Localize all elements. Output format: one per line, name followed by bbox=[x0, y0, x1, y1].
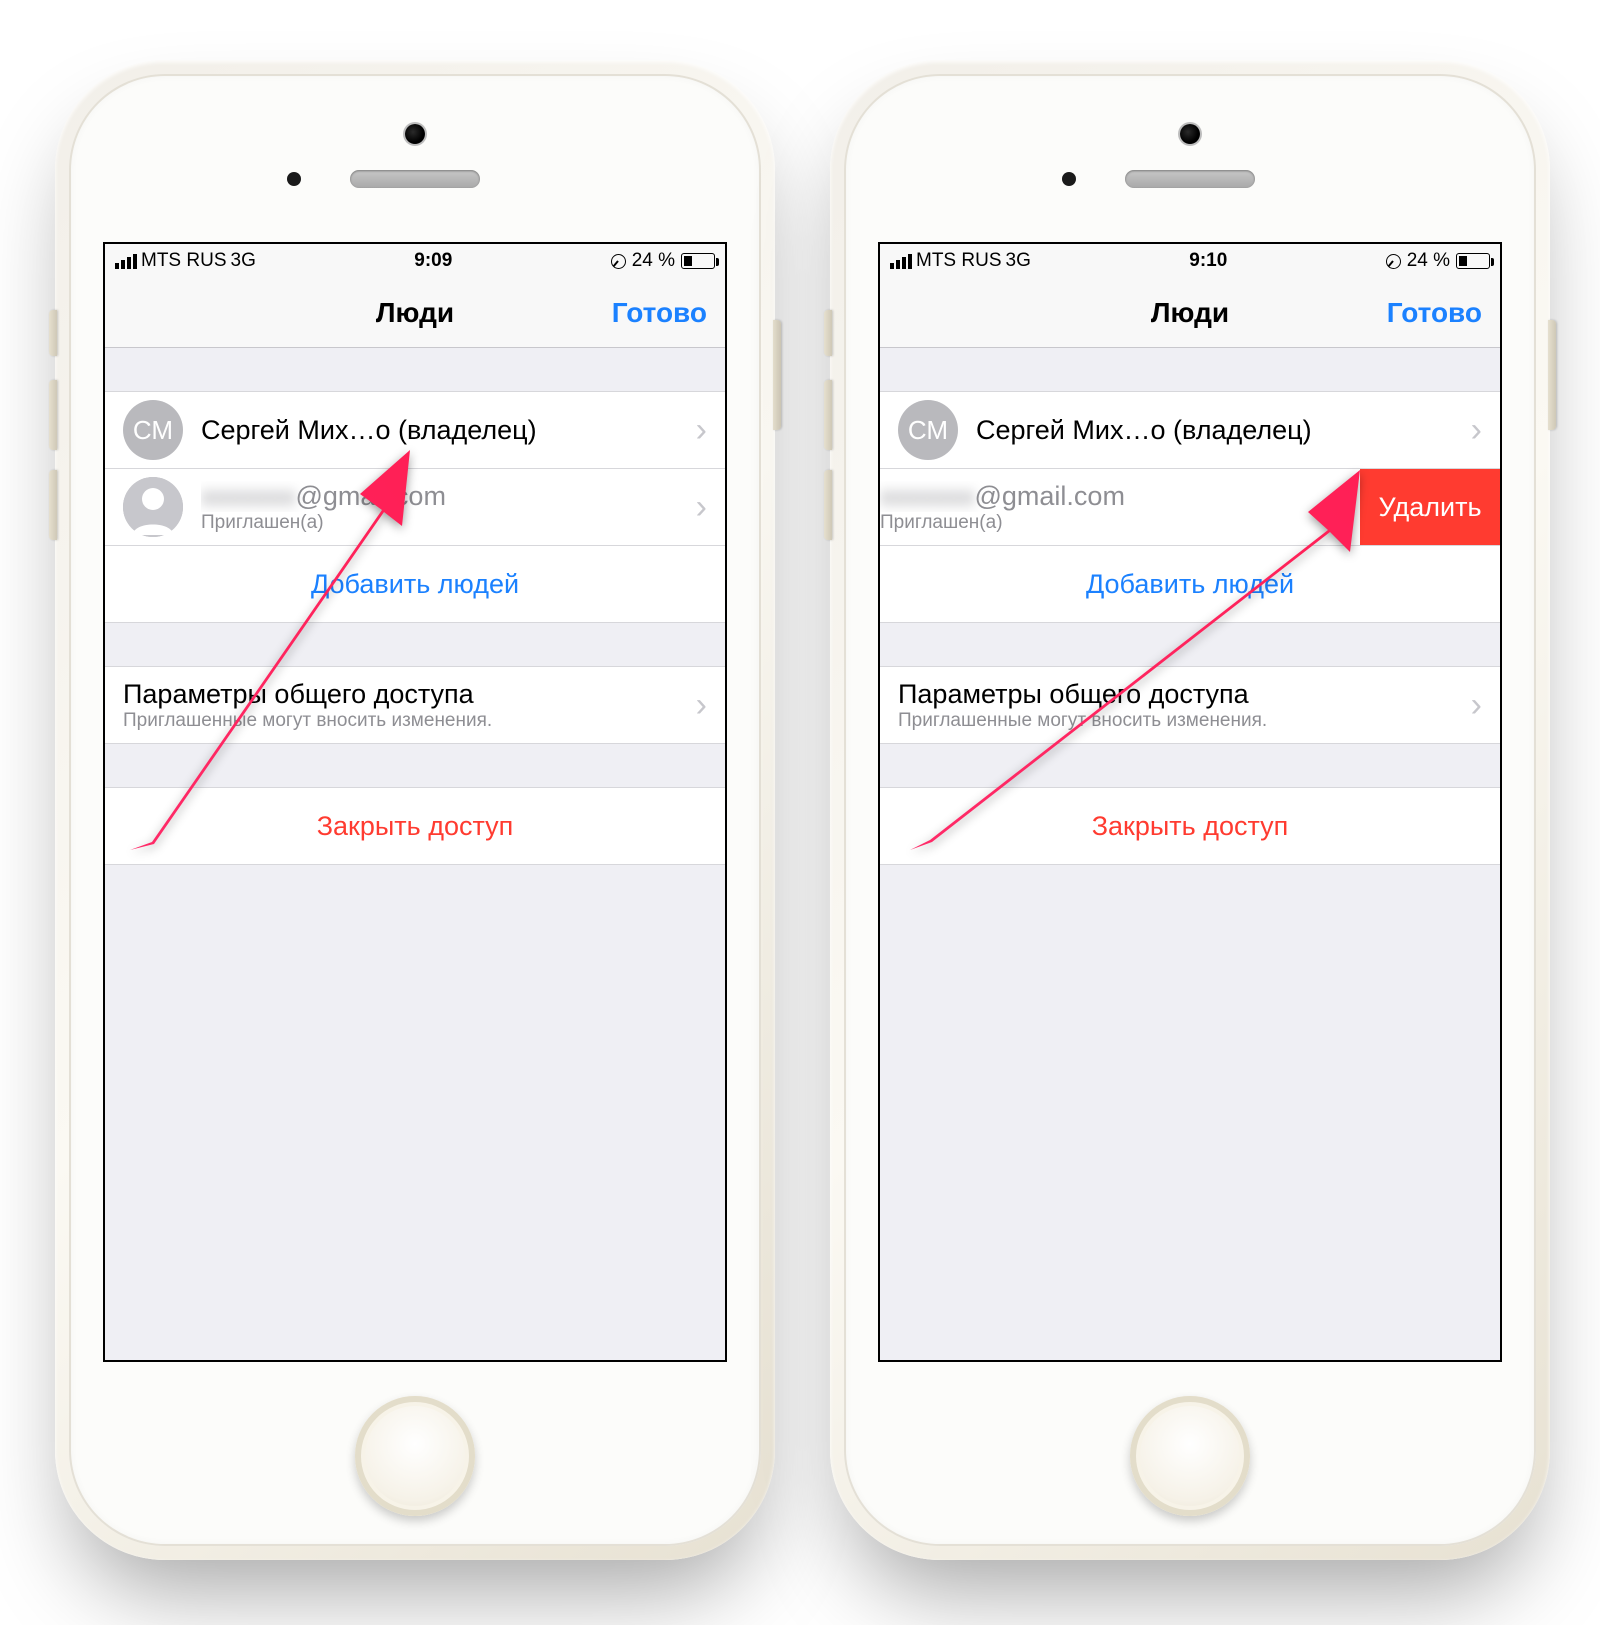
sharing-options-row[interactable]: Параметры общего доступа Приглашенные мо… bbox=[880, 666, 1500, 744]
owner-row[interactable]: СМ Сергей Мих…о (владелец) › bbox=[105, 391, 725, 469]
add-people-button[interactable]: Добавить людей bbox=[105, 545, 725, 623]
chevron-right-icon: › bbox=[686, 488, 707, 527]
power-button bbox=[1548, 320, 1556, 430]
owner-name: Сергей Мих…о (владелец) bbox=[201, 415, 686, 446]
placeholder-avatar-icon bbox=[123, 477, 183, 537]
close-access-button[interactable]: Закрыть доступ bbox=[880, 787, 1500, 865]
owner-row[interactable]: СМ Сергей Мих…о (владелец) › bbox=[880, 391, 1500, 469]
volume-down-button bbox=[49, 470, 57, 540]
chevron-right-icon: › bbox=[1329, 488, 1350, 527]
sharing-title: Параметры общего доступа bbox=[123, 679, 686, 710]
invitee-row-swiped[interactable]: xxxxxxx@gmail.com Приглашен(а) › Удалить bbox=[880, 468, 1500, 546]
delete-label: Удалить bbox=[1378, 492, 1481, 523]
invitee-email: xxxxxxx@gmail.com bbox=[880, 481, 1329, 512]
signal-icon bbox=[115, 254, 137, 269]
signal-icon bbox=[890, 254, 912, 269]
network-label: 3G bbox=[231, 250, 256, 272]
chevron-right-icon: › bbox=[1461, 686, 1482, 725]
close-access-label: Закрыть доступ bbox=[317, 811, 514, 842]
carrier-label: MTS RUS bbox=[916, 250, 1002, 272]
status-bar: MTS RUS 3G 9:09 24 % bbox=[105, 244, 725, 278]
done-button[interactable]: Готово bbox=[612, 297, 707, 329]
home-button[interactable] bbox=[355, 1396, 475, 1516]
invitee-email: xxxxxxx@gmail.com bbox=[201, 481, 686, 512]
sharing-sub: Приглашенные могут вносить изменения. bbox=[898, 710, 1461, 732]
add-people-label: Добавить людей bbox=[1086, 569, 1294, 600]
owner-name: Сергей Мих…о (владелец) bbox=[976, 415, 1461, 446]
earpiece-speaker bbox=[1125, 170, 1255, 188]
power-button bbox=[773, 320, 781, 430]
owner-avatar: СМ bbox=[898, 400, 958, 460]
mute-switch bbox=[824, 310, 832, 356]
volume-up-button bbox=[49, 380, 57, 450]
carrier-label: MTS RUS bbox=[141, 250, 227, 272]
page-title: Люди bbox=[376, 297, 454, 329]
orientation-lock-icon bbox=[1386, 254, 1401, 269]
delete-button[interactable]: Удалить bbox=[1360, 468, 1500, 546]
mute-switch bbox=[49, 310, 57, 356]
phone-frame-right: MTS RUS 3G 9:10 24 % Люди Готово СМ Серг… bbox=[830, 60, 1550, 1560]
battery-label: 24 % bbox=[1407, 250, 1450, 272]
page-title: Люди bbox=[1151, 297, 1229, 329]
chevron-right-icon: › bbox=[686, 686, 707, 725]
clock: 9:09 bbox=[256, 250, 611, 272]
nav-bar: Люди Готово bbox=[105, 278, 725, 348]
close-access-label: Закрыть доступ bbox=[1092, 811, 1289, 842]
owner-avatar: СМ bbox=[123, 400, 183, 460]
proximity-sensor bbox=[1062, 172, 1076, 186]
nav-bar: Люди Готово bbox=[880, 278, 1500, 348]
close-access-button[interactable]: Закрыть доступ bbox=[105, 787, 725, 865]
add-people-label: Добавить людей bbox=[311, 569, 519, 600]
battery-icon bbox=[681, 253, 715, 269]
chevron-right-icon: › bbox=[1461, 411, 1482, 450]
sharing-title: Параметры общего доступа bbox=[898, 679, 1461, 710]
network-label: 3G bbox=[1006, 250, 1031, 272]
clock: 9:10 bbox=[1031, 250, 1386, 272]
orientation-lock-icon bbox=[611, 254, 626, 269]
invitee-status: Приглашен(а) bbox=[201, 512, 686, 534]
phone-frame-left: MTS RUS 3G 9:09 24 % Люди Готово СМ Серг… bbox=[55, 60, 775, 1560]
proximity-sensor bbox=[287, 172, 301, 186]
invitee-status: Приглашен(а) bbox=[880, 512, 1329, 534]
add-people-button[interactable]: Добавить людей bbox=[880, 545, 1500, 623]
sharing-sub: Приглашенные могут вносить изменения. bbox=[123, 710, 686, 732]
invitee-row[interactable]: xxxxxxx@gmail.com Приглашен(а) › bbox=[105, 468, 725, 546]
volume-up-button bbox=[824, 380, 832, 450]
front-camera bbox=[1180, 124, 1200, 144]
earpiece-speaker bbox=[350, 170, 480, 188]
screen-left: MTS RUS 3G 9:09 24 % Люди Готово СМ Серг… bbox=[103, 242, 727, 1362]
front-camera bbox=[405, 124, 425, 144]
chevron-right-icon: › bbox=[686, 411, 707, 450]
battery-icon bbox=[1456, 253, 1490, 269]
volume-down-button bbox=[824, 470, 832, 540]
done-button[interactable]: Готово bbox=[1387, 297, 1482, 329]
status-bar: MTS RUS 3G 9:10 24 % bbox=[880, 244, 1500, 278]
screen-right: MTS RUS 3G 9:10 24 % Люди Готово СМ Серг… bbox=[878, 242, 1502, 1362]
home-button[interactable] bbox=[1130, 1396, 1250, 1516]
sharing-options-row[interactable]: Параметры общего доступа Приглашенные мо… bbox=[105, 666, 725, 744]
battery-label: 24 % bbox=[632, 250, 675, 272]
